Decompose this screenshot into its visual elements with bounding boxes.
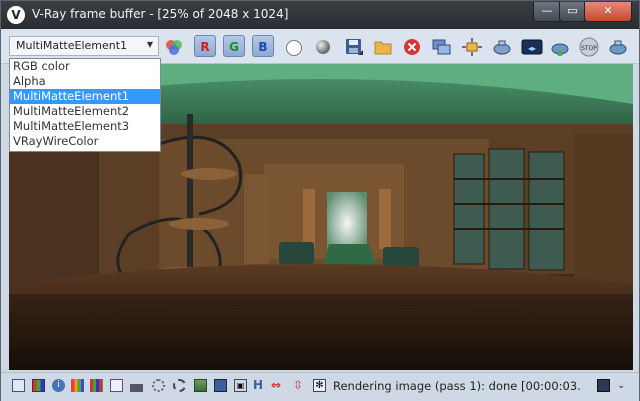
close-button[interactable]: ✕ <box>584 2 632 22</box>
toggle-panel-icon[interactable] <box>12 379 25 392</box>
info-icon[interactable]: i <box>52 379 65 392</box>
dropdown-option-vraywirecolor[interactable]: VRayWireColor <box>10 134 160 149</box>
dropdown-option-alpha[interactable]: Alpha <box>10 74 160 89</box>
channel-select[interactable]: MultiMatteElement1 ▼ <box>9 36 159 56</box>
compare-icon[interactable] <box>549 37 571 57</box>
stereo-icon[interactable]: ✻ <box>313 379 326 392</box>
window-title: V-Ray frame buffer - [25% of 2048 x 1024… <box>32 7 289 21</box>
gray-sphere-icon[interactable] <box>316 40 330 54</box>
curve-icon[interactable] <box>110 379 123 392</box>
levels-icon[interactable] <box>71 379 84 392</box>
save-icon[interactable] <box>344 37 364 57</box>
vray-frame-buffer-window: V V-Ray frame buffer - [25% of 2048 x 10… <box>0 0 640 401</box>
channel-select-value: MultiMatteElement1 <box>16 39 128 52</box>
exposure-icon[interactable] <box>152 379 165 392</box>
svg-text:STOP: STOP <box>581 45 597 52</box>
status-bar: i ▣ H ⇔ ⇳ ✻ Rendering image (pass 1): do… <box>1 372 639 401</box>
clear-icon[interactable] <box>402 37 422 57</box>
dropdown-option-rgb-color[interactable]: RGB color <box>10 59 160 74</box>
collapse-icon[interactable]: ⌄ <box>617 379 630 392</box>
track-mouse-icon[interactable] <box>461 37 483 57</box>
background-icon[interactable] <box>194 379 207 392</box>
dropdown-option-multimatte3[interactable]: MultiMatteElement3 <box>10 119 160 134</box>
vray-logo-icon[interactable]: V <box>7 6 25 24</box>
minimize-button[interactable]: — <box>533 2 561 22</box>
title-bar[interactable]: V V-Ray frame buffer - [25% of 2048 x 10… <box>1 1 639 29</box>
duplicate-icon[interactable] <box>431 37 453 57</box>
render-region-icon[interactable] <box>491 37 513 57</box>
settings-icon[interactable]: ⇳ <box>293 379 306 392</box>
history-icon[interactable] <box>597 379 610 392</box>
stop-icon[interactable]: STOP <box>578 37 600 57</box>
lut-icon[interactable]: ▣ <box>234 379 247 392</box>
histogram-icon[interactable] <box>130 379 143 392</box>
open-folder-icon[interactable] <box>373 37 393 57</box>
white-circle-icon[interactable] <box>286 40 302 56</box>
channel-dropdown-list[interactable]: RGB color Alpha MultiMatteElement1 Multi… <box>9 58 161 152</box>
chevron-down-icon: ▼ <box>146 40 153 49</box>
channels-icon[interactable] <box>90 379 103 392</box>
dropdown-option-multimatte2[interactable]: MultiMatteElement2 <box>10 104 160 119</box>
svg-text:◂▸: ◂▸ <box>528 44 536 53</box>
flip-h-icon[interactable]: ⇔ <box>271 379 284 392</box>
dropdown-option-multimatte1[interactable]: MultiMatteElement1 <box>10 89 160 104</box>
green-channel-button[interactable]: G <box>223 35 245 57</box>
maximize-button[interactable]: ▭ <box>559 2 586 22</box>
tile-icon[interactable] <box>214 379 227 392</box>
lens-effects-icon[interactable] <box>173 379 186 392</box>
status-message: Rendering image (pass 1): done [00:00:03… <box>333 379 581 393</box>
red-channel-button[interactable]: R <box>194 35 216 57</box>
render-last-icon[interactable]: ◂▸ <box>521 37 543 57</box>
blue-channel-button[interactable]: B <box>252 35 274 57</box>
color-correction-icon[interactable] <box>32 379 45 392</box>
render-icon[interactable] <box>607 37 629 57</box>
h-icon[interactable]: H <box>253 379 266 392</box>
channel-color-icon[interactable] <box>164 37 184 57</box>
